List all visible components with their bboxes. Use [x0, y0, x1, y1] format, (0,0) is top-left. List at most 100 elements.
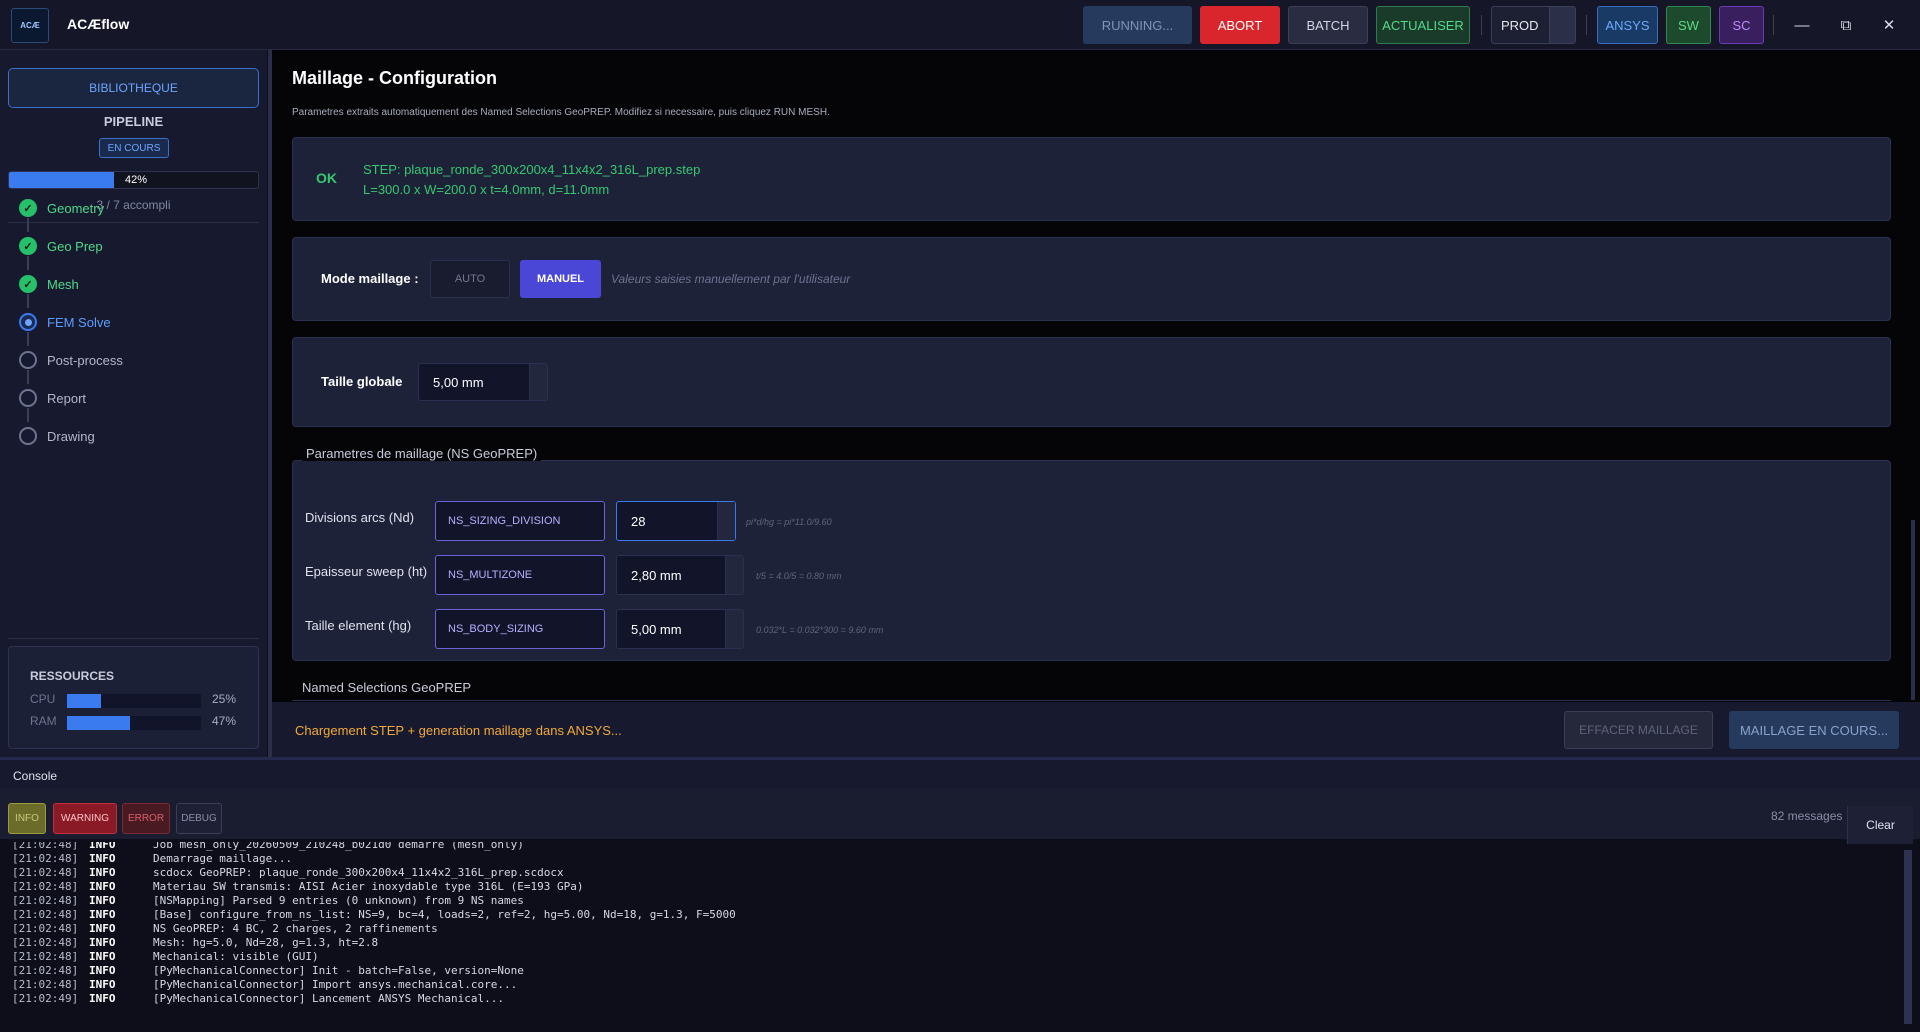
- check-circle-icon: ✓: [19, 275, 37, 293]
- nd-value: 28: [631, 513, 646, 529]
- pipeline-step[interactable]: Drawing: [19, 426, 95, 446]
- console-scrollbar[interactable]: [1904, 850, 1912, 1024]
- resources-title: RESSOURCES: [30, 669, 115, 683]
- library-button[interactable]: BIBLIOTHEQUE: [8, 68, 259, 108]
- log-timestamp: [21:02:48]: [12, 908, 79, 921]
- log-line: [21:02:49] INFO [PyMechanicalConnector] La…: [12, 992, 504, 1006]
- global-size-value: 5,00 mm: [433, 374, 484, 390]
- progress-fill: [9, 172, 114, 188]
- log-level: INFO: [89, 922, 116, 935]
- mesh-params-legend: Parametres de maillage (NS GeoPREP): [302, 446, 542, 461]
- stepper-arrows-icon[interactable]: [725, 556, 743, 594]
- clear-mesh-button[interactable]: EFFACER MAILLAGE: [1564, 711, 1713, 749]
- stepper-arrows-icon[interactable]: [717, 502, 735, 540]
- sc-button[interactable]: SC: [1719, 6, 1764, 44]
- pending-step-icon: [19, 351, 37, 369]
- step-info-card: [292, 137, 1891, 221]
- restore-icon[interactable]: ⧉: [1833, 12, 1859, 38]
- sw-button[interactable]: SW: [1666, 6, 1711, 44]
- ns-name-field-nd[interactable]: NS_SIZING_DIVISION: [435, 501, 605, 541]
- step-connector: [27, 218, 29, 232]
- pipeline-progress-bar: 42%: [8, 171, 259, 189]
- log-message: Demarrage maillage...: [153, 852, 293, 865]
- check-circle-icon: ✓: [19, 237, 37, 255]
- log-level: INFO: [89, 936, 116, 949]
- close-icon[interactable]: ✕: [1876, 12, 1902, 38]
- actualiser-button[interactable]: ACTUALISER: [1376, 6, 1470, 44]
- hg-value: 5,00 mm: [631, 621, 682, 637]
- chevron-down-icon[interactable]: [1549, 7, 1575, 43]
- log-line: [21:02:48] INFO [NSMapping] Parsed 9 entri…: [12, 894, 524, 908]
- log-line: [21:02:48] INFO Mesh: hg=5.0, Nd=28, g=1.3…: [12, 936, 378, 950]
- log-message: [PyMechanicalConnector] Import ansys.mec…: [153, 978, 518, 991]
- step-connector: [27, 370, 29, 384]
- step-dimensions: L=300.0 x W=200.0 x t=4.0mm, d=11.0mm: [363, 182, 610, 197]
- filter-debug-button[interactable]: DEBUG: [176, 803, 222, 834]
- log-line: [21:02:48] INFO Materiau SW transmis: AISI…: [12, 880, 583, 894]
- log-message: [PyMechanicalConnector] Lancement ANSYS …: [153, 992, 504, 1005]
- pipeline-step-label: Mesh: [47, 276, 79, 292]
- param-label-hg: Taille element (hg): [305, 618, 412, 633]
- cpu-label: CPU: [30, 692, 56, 706]
- log-message: [NSMapping] Parsed 9 entries (0 unknown)…: [153, 894, 524, 907]
- ht-input[interactable]: 2,80 mm: [616, 555, 744, 595]
- pipeline-step-label: Post-process: [47, 352, 123, 368]
- ns-name-field-hg[interactable]: NS_BODY_SIZING: [435, 609, 605, 649]
- stepper-arrows-icon[interactable]: [725, 610, 743, 648]
- ram-bar-fill: [67, 716, 130, 730]
- batch-button[interactable]: BATCH: [1288, 6, 1368, 44]
- console-log: [21:02:48] INFO Job mesh_only_20260509_210…: [0, 842, 1900, 1030]
- log-message: [PyMechanicalConnector] Init - batch=Fal…: [153, 964, 524, 977]
- log-timestamp: [21:02:48]: [12, 978, 79, 991]
- global-size-input[interactable]: 5,00 mm: [418, 363, 548, 401]
- filter-error-button[interactable]: ERROR: [122, 803, 170, 834]
- running-button[interactable]: RUNNING...: [1083, 6, 1192, 44]
- hg-input[interactable]: 5,00 mm: [616, 609, 744, 649]
- pipeline-step-label: Report: [47, 390, 87, 406]
- log-timestamp: [21:02:48]: [12, 894, 79, 907]
- ht-value: 2,80 mm: [631, 567, 682, 583]
- pipeline-step[interactable]: ✓ Mesh: [19, 274, 79, 294]
- page-title: Maillage - Configuration: [292, 68, 497, 88]
- pipeline-step[interactable]: FEM Solve: [19, 312, 111, 332]
- log-level: INFO: [89, 908, 116, 921]
- log-message: scdocx GeoPREP: plaque_ronde_300x200x4_1…: [153, 866, 564, 879]
- clear-console-button[interactable]: Clear: [1847, 806, 1913, 844]
- mesh-running-button[interactable]: MAILLAGE EN COURS...: [1729, 711, 1899, 749]
- pipeline-step[interactable]: Post-process: [19, 350, 123, 370]
- filter-warning-button[interactable]: WARNING: [53, 803, 117, 834]
- divider: [8, 638, 259, 639]
- log-level: INFO: [89, 866, 116, 879]
- filter-info-button[interactable]: INFO: [8, 803, 46, 834]
- pending-step-icon: [19, 389, 37, 407]
- pending-step-icon: [19, 427, 37, 445]
- pipeline-step[interactable]: ✓ Geometry: [19, 198, 104, 218]
- log-line: [21:02:48] INFO Demarrage maillage...: [12, 852, 292, 866]
- ram-label: RAM: [30, 714, 57, 728]
- toolbar-separator: [1586, 15, 1587, 35]
- status-badge: EN COURS: [99, 138, 169, 158]
- environment-select[interactable]: PROD: [1491, 6, 1576, 44]
- console-header: [0, 760, 1920, 788]
- log-level: INFO: [89, 880, 116, 893]
- log-message: [Base] configure_from_ns_list: NS=9, bc=…: [153, 908, 736, 921]
- log-level: INFO: [89, 992, 116, 1005]
- environment-select-value: PROD: [1501, 17, 1539, 33]
- pipeline-step[interactable]: Report: [19, 388, 86, 408]
- log-level: INFO: [89, 852, 116, 865]
- abort-button[interactable]: ABORT: [1200, 6, 1280, 44]
- mode-auto-button[interactable]: AUTO: [430, 260, 510, 298]
- cpu-row: CPU 25%: [30, 692, 250, 708]
- stepper-arrows-icon[interactable]: [529, 364, 547, 400]
- pipeline-step[interactable]: ✓ Geo Prep: [19, 236, 103, 256]
- ns-name-field-ht[interactable]: NS_MULTIZONE: [435, 555, 605, 595]
- ansys-button[interactable]: ANSYS: [1597, 6, 1658, 44]
- minimize-icon[interactable]: —: [1789, 12, 1815, 38]
- mode-manuel-button[interactable]: MANUEL: [520, 260, 601, 298]
- step-connector: [27, 408, 29, 422]
- divider: [8, 222, 259, 223]
- main-scrollbar[interactable]: [1911, 520, 1915, 700]
- log-timestamp: [21:02:48]: [12, 852, 79, 865]
- log-message: Mechanical: visible (GUI): [153, 950, 319, 963]
- nd-input[interactable]: 28: [616, 501, 736, 541]
